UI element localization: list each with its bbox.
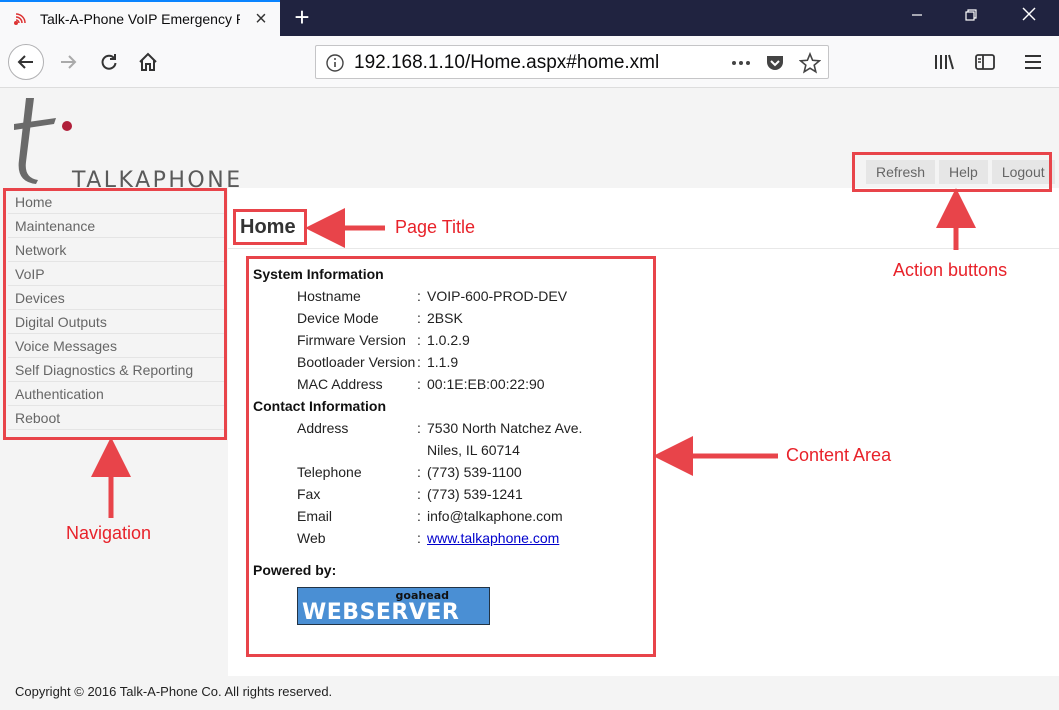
action-buttons-highlight-box bbox=[852, 152, 1052, 192]
page-footer: Copyright © 2016 Talk-A-Phone Co. All ri… bbox=[0, 676, 1059, 710]
minimize-icon[interactable] bbox=[893, 0, 941, 36]
browser-tab[interactable]: Talk-A-Phone VoIP Emergency P × bbox=[0, 0, 280, 36]
logo-mark-icon bbox=[14, 98, 72, 184]
navigation-highlight-box bbox=[3, 188, 227, 440]
more-actions-icon[interactable] bbox=[729, 52, 753, 74]
browser-toolbar: 192.168.1.10/Home.aspx#home.xml bbox=[0, 36, 1059, 88]
library-icon[interactable] bbox=[932, 50, 956, 74]
reload-button[interactable] bbox=[91, 44, 127, 80]
browser-tab-bar: Talk-A-Phone VoIP Emergency P × + bbox=[0, 0, 1059, 36]
signal-favicon-icon bbox=[14, 13, 26, 25]
url-text[interactable]: 192.168.1.10/Home.aspx#home.xml bbox=[354, 52, 659, 74]
content-area-annotation: Content Area bbox=[786, 445, 892, 465]
info-icon[interactable] bbox=[326, 54, 344, 72]
tab-title: Talk-A-Phone VoIP Emergency P bbox=[40, 11, 240, 27]
sidebar-toggle-icon[interactable] bbox=[973, 50, 997, 74]
navigation-annotation: Navigation bbox=[66, 523, 152, 543]
pocket-icon[interactable] bbox=[763, 52, 787, 74]
close-window-icon[interactable] bbox=[1005, 0, 1053, 36]
restore-icon[interactable] bbox=[947, 0, 995, 36]
forward-arrow-icon bbox=[61, 55, 77, 69]
bookmark-star-icon[interactable] bbox=[798, 52, 822, 74]
page-title-highlight-box bbox=[233, 209, 307, 245]
title-divider bbox=[228, 248, 1059, 249]
new-tab-icon[interactable]: + bbox=[288, 4, 316, 32]
copyright-text: Copyright © 2016 Talk-A-Phone Co. All ri… bbox=[15, 684, 333, 699]
forward-button[interactable] bbox=[50, 44, 86, 80]
back-arrow-icon bbox=[17, 55, 33, 69]
back-button[interactable] bbox=[8, 44, 44, 80]
tab-close-icon[interactable]: × bbox=[250, 9, 272, 31]
url-bar[interactable]: 192.168.1.10/Home.aspx#home.xml bbox=[315, 45, 829, 79]
hamburger-menu-icon[interactable] bbox=[1021, 50, 1045, 74]
action-buttons-annotation: Action buttons bbox=[893, 260, 1008, 280]
home-button[interactable] bbox=[130, 44, 166, 80]
home-icon bbox=[139, 52, 157, 71]
talkaphone-logo: TALKAPHONE bbox=[12, 96, 272, 193]
reload-icon bbox=[101, 54, 117, 70]
content-area-highlight-box bbox=[246, 256, 656, 657]
page-title-annotation: Page Title bbox=[395, 217, 476, 237]
